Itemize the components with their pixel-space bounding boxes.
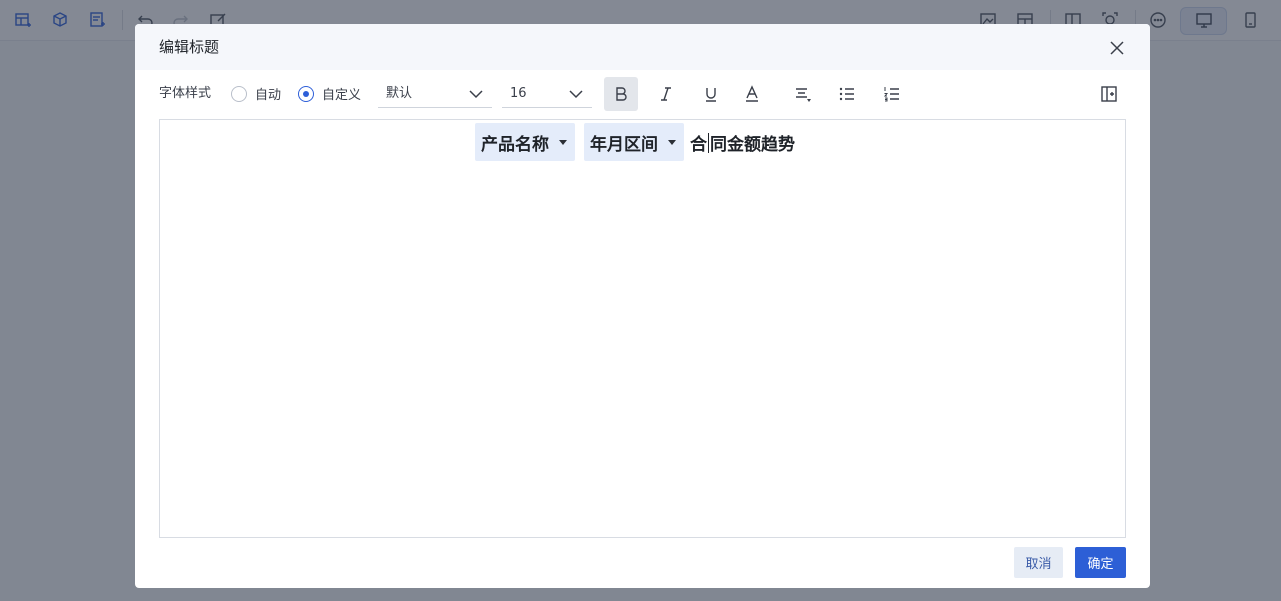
- font-family-value: 默认: [386, 86, 413, 101]
- caret-down-icon[interactable]: [559, 139, 567, 145]
- radio-auto-circle[interactable]: [231, 85, 247, 102]
- chevron-down-icon: [569, 90, 583, 99]
- italic-icon: [661, 87, 671, 101]
- insert-field-button[interactable]: [1092, 77, 1126, 111]
- font-color-icon: [746, 85, 758, 102]
- font-style-label: 字体样式: [159, 86, 212, 101]
- radio-custom-label: 自定义: [322, 88, 362, 103]
- title-content: 产品名称 年月区间 合同金额趋势: [475, 122, 795, 162]
- confirm-button[interactable]: 确定: [1075, 547, 1126, 578]
- font-family-select[interactable]: 默认: [378, 80, 492, 108]
- caret-down-icon[interactable]: [668, 139, 676, 145]
- radio-custom[interactable]: 自定义: [298, 84, 361, 103]
- radio-auto-label: 自动: [255, 88, 282, 103]
- align-button[interactable]: [786, 77, 820, 111]
- bold-button[interactable]: [604, 77, 638, 111]
- field-chip-month-range[interactable]: 年月区间: [584, 123, 684, 161]
- align-center-icon: [796, 88, 811, 102]
- radio-custom-circle[interactable]: [298, 85, 314, 102]
- bullet-list-icon: [839, 87, 854, 101]
- bullet-list-button[interactable]: [830, 77, 864, 111]
- title-text: 合同金额趋势: [690, 130, 795, 155]
- chevron-down-icon: [469, 90, 483, 99]
- font-color-button[interactable]: [735, 77, 769, 111]
- underline-button[interactable]: [694, 77, 728, 111]
- chip-label: 年月区间: [590, 134, 658, 155]
- bold-icon: [616, 87, 627, 101]
- dialog-header: 编辑标题: [135, 24, 1150, 70]
- numbered-list-icon: [883, 87, 899, 102]
- title-text-before-caret: 合: [690, 134, 707, 155]
- underline-icon: [706, 88, 716, 102]
- edit-title-dialog: 编辑标题 字体样式 自动 自定义 默认 16 产品名称 年月区间 合 同金额趋势…: [135, 24, 1150, 588]
- field-chip-product-name[interactable]: 产品名称: [475, 123, 575, 161]
- dialog-title: 编辑标题: [159, 38, 220, 56]
- numbered-list-button[interactable]: [875, 77, 909, 111]
- title-editor[interactable]: 产品名称 年月区间 合同金额趋势: [159, 119, 1126, 538]
- insert-column-icon: [1101, 86, 1117, 102]
- text-cursor: [708, 132, 709, 153]
- close-button[interactable]: [1107, 38, 1127, 58]
- radio-auto[interactable]: 自动: [231, 84, 281, 103]
- italic-button[interactable]: [649, 77, 683, 111]
- cancel-button[interactable]: 取消: [1014, 547, 1063, 578]
- font-size-select[interactable]: 16: [502, 80, 592, 108]
- close-icon: [1110, 41, 1124, 55]
- font-size-value: 16: [510, 86, 527, 101]
- chip-label: 产品名称: [481, 134, 549, 155]
- title-text-after-caret: 同金额趋势: [710, 134, 795, 155]
